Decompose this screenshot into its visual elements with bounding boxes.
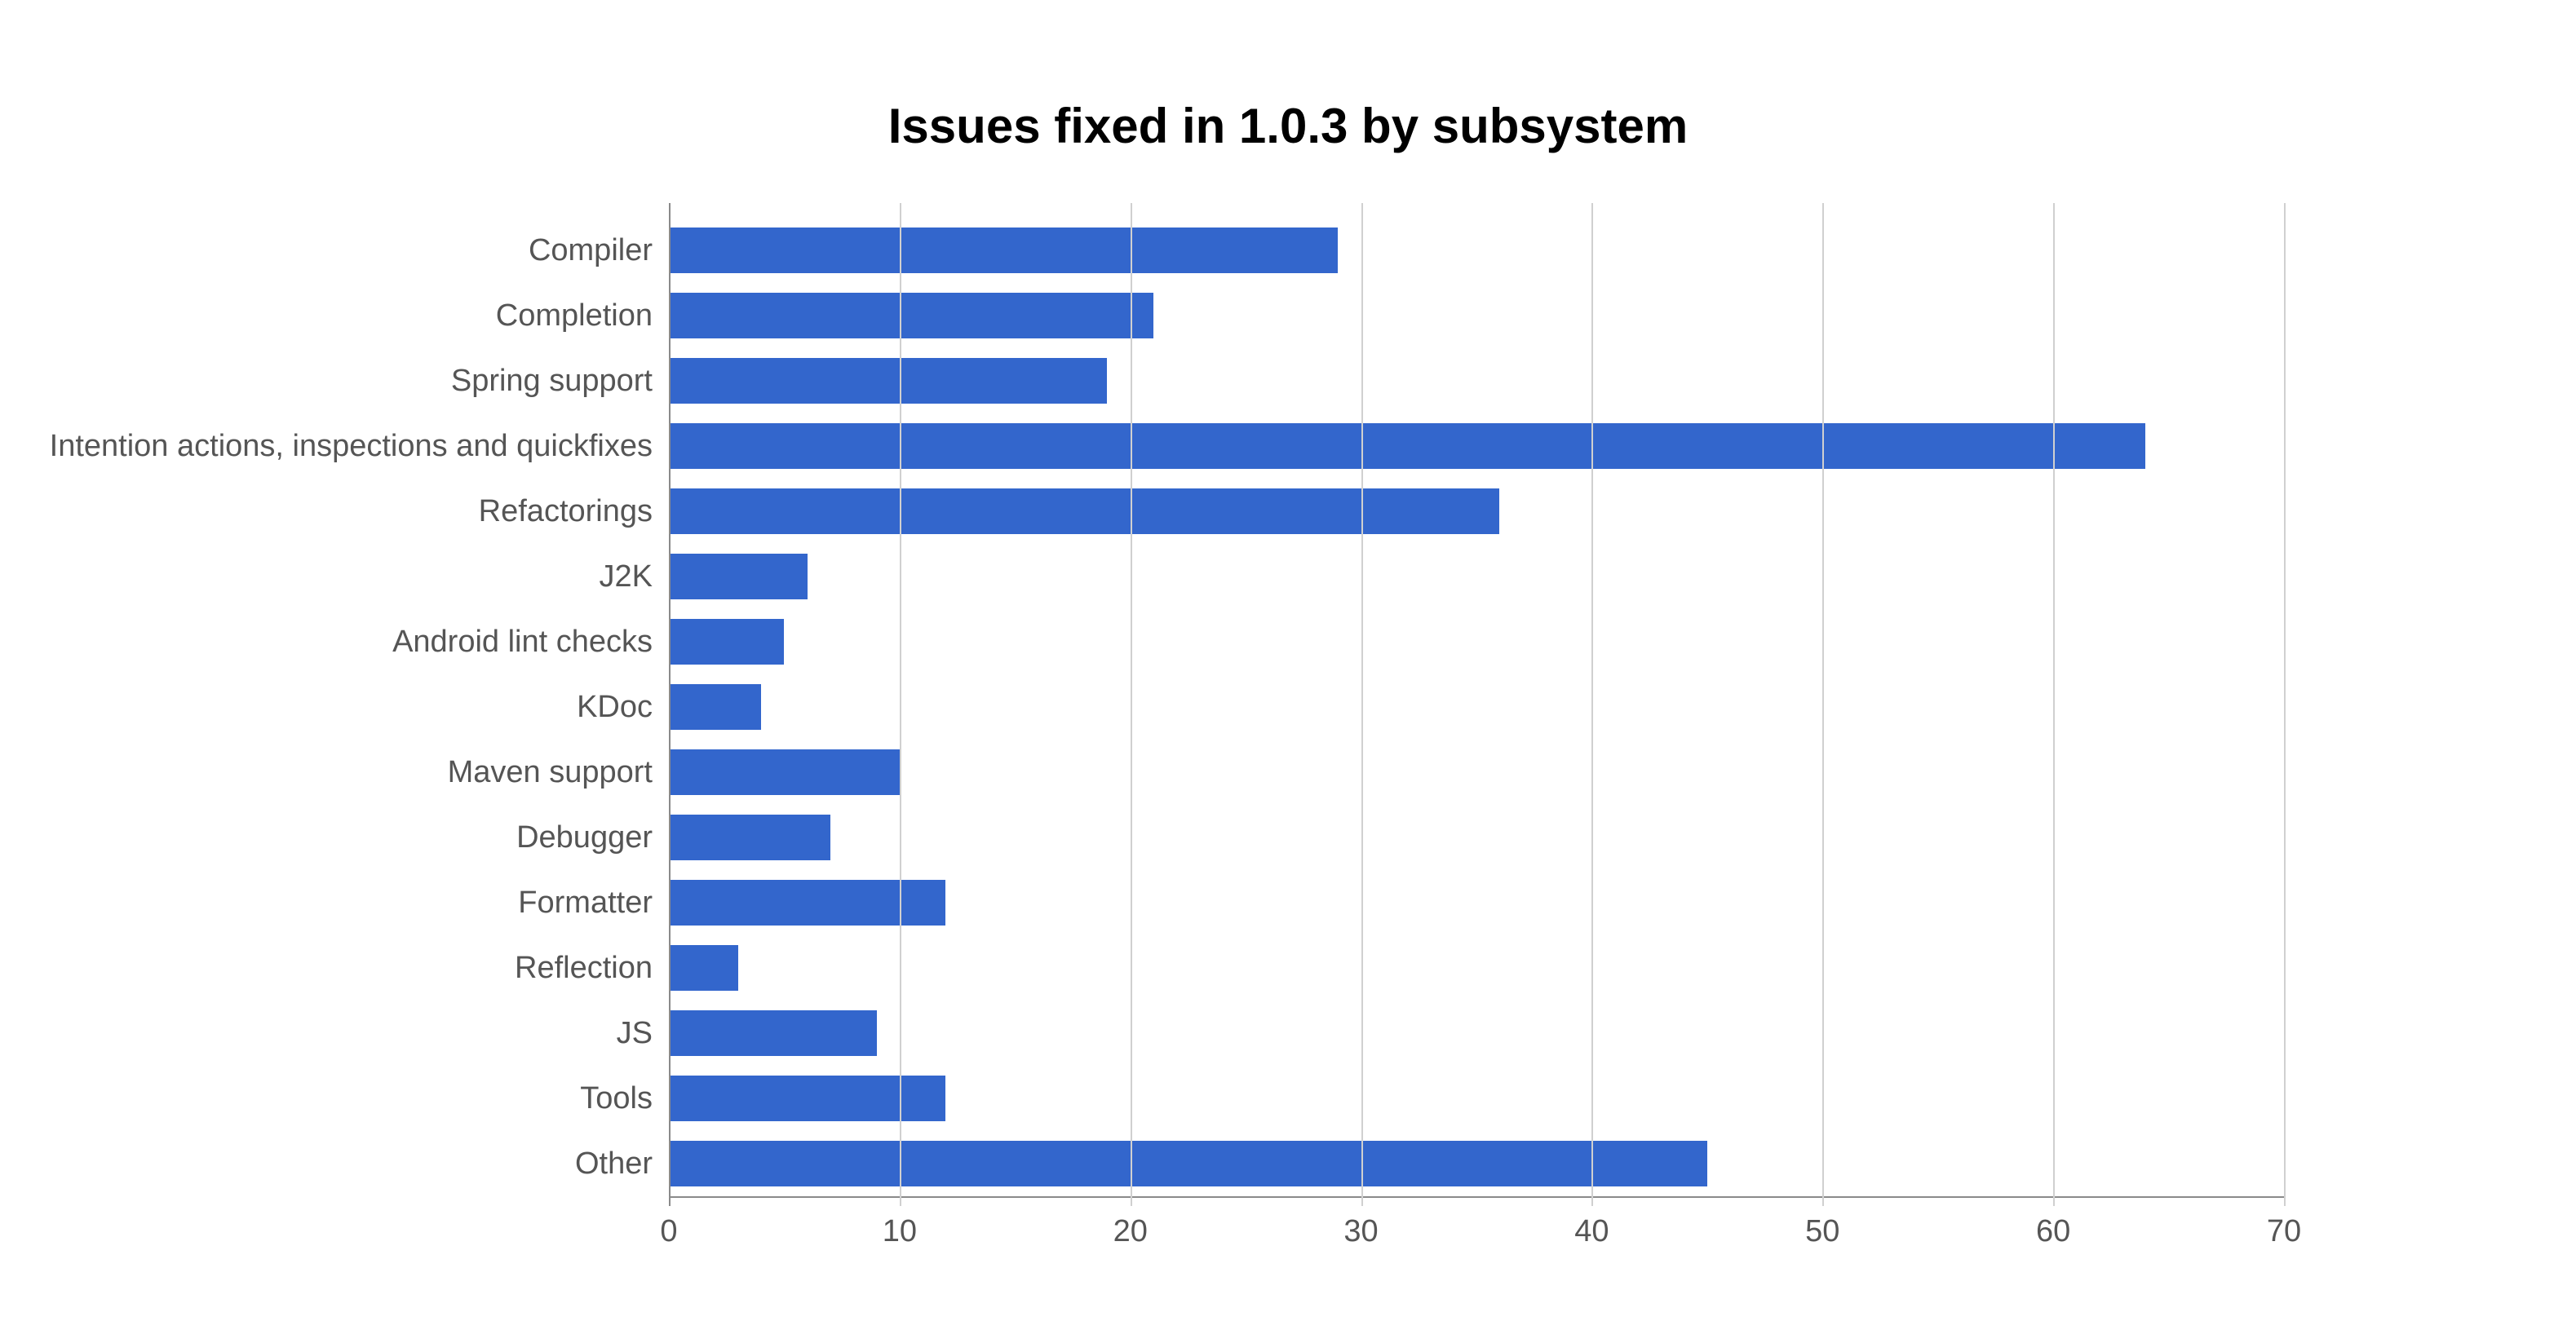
bar: [669, 228, 1338, 273]
gridline: [669, 203, 671, 1206]
bar-row: Compiler: [669, 219, 2284, 285]
category-label: Refactorings: [479, 488, 653, 534]
category-label: Reflection: [515, 945, 653, 991]
bar-row: Android lint checks: [669, 611, 2284, 676]
bar: [669, 423, 2145, 469]
bar-row: KDoc: [669, 676, 2284, 741]
bar: [669, 945, 738, 991]
bar: [669, 554, 808, 599]
gridline: [2053, 203, 2055, 1206]
x-tick-labels: 010203040506070: [669, 1214, 2284, 1263]
category-label: Formatter: [518, 880, 653, 926]
category-label: JS: [617, 1010, 653, 1056]
category-label: Other: [575, 1141, 653, 1186]
x-tick-label: 0: [660, 1214, 677, 1249]
category-label: Spring support: [451, 358, 653, 404]
gridline: [1131, 203, 1132, 1206]
bar: [669, 749, 900, 795]
bar: [669, 358, 1107, 404]
bar-row: JS: [669, 1002, 2284, 1067]
bar: [669, 684, 761, 730]
category-label: J2K: [600, 554, 653, 599]
category-label: Compiler: [529, 228, 653, 273]
bar-row: Formatter: [669, 872, 2284, 937]
bar-row: Maven support: [669, 741, 2284, 806]
plot-area: CompilerCompletionSpring supportIntentio…: [669, 203, 2284, 1206]
bar-row: Reflection: [669, 937, 2284, 1002]
bar: [669, 293, 1153, 338]
chart-title: Issues fixed in 1.0.3 by subsystem: [0, 98, 2576, 154]
bar-row: Tools: [669, 1067, 2284, 1133]
bars-group: CompilerCompletionSpring supportIntentio…: [669, 219, 2284, 1198]
bar: [669, 1141, 1707, 1186]
x-tick-label: 40: [1574, 1214, 1609, 1249]
bar: [669, 488, 1499, 534]
bar-row: Intention actions, inspections and quick…: [669, 415, 2284, 480]
bar-row: Spring support: [669, 350, 2284, 415]
gridline: [1822, 203, 1824, 1206]
category-label: Debugger: [516, 815, 653, 860]
bar-row: Completion: [669, 285, 2284, 350]
x-tick-label: 60: [2036, 1214, 2070, 1249]
bar: [669, 815, 830, 860]
category-label: Tools: [580, 1076, 653, 1121]
x-tick-label: 70: [2267, 1214, 2301, 1249]
bar-row: Refactorings: [669, 480, 2284, 546]
chart-container: Issues fixed in 1.0.3 by subsystem Compi…: [0, 0, 2576, 1321]
gridline: [1591, 203, 1593, 1206]
x-tick-label: 30: [1343, 1214, 1378, 1249]
x-tick-label: 20: [1113, 1214, 1148, 1249]
bar: [669, 1010, 877, 1056]
gridline: [2284, 203, 2286, 1206]
category-label: Maven support: [448, 749, 653, 795]
category-label: Android lint checks: [392, 619, 653, 665]
bar: [669, 1076, 945, 1121]
gridline: [1361, 203, 1363, 1206]
bar-row: J2K: [669, 546, 2284, 611]
category-label: Completion: [496, 293, 653, 338]
bar: [669, 619, 784, 665]
bar-row: Other: [669, 1133, 2284, 1198]
bar: [669, 880, 945, 926]
x-tick-label: 10: [883, 1214, 917, 1249]
x-tick-label: 50: [1805, 1214, 1839, 1249]
category-label: KDoc: [577, 684, 653, 730]
gridline: [900, 203, 901, 1206]
bar-row: Debugger: [669, 806, 2284, 872]
category-label: Intention actions, inspections and quick…: [50, 423, 653, 469]
